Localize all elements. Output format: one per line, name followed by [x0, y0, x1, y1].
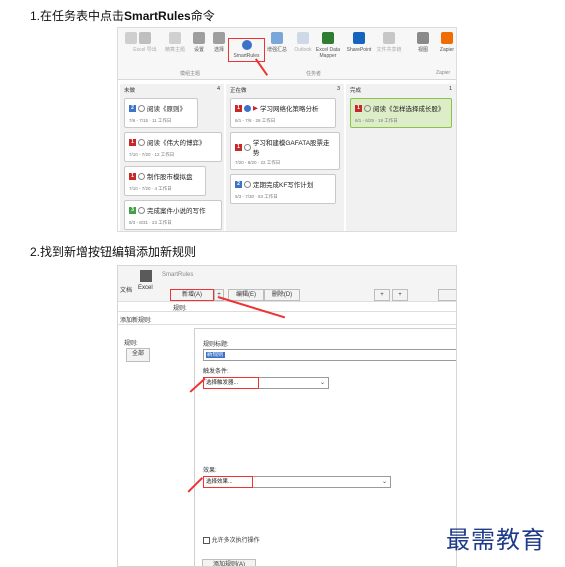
edit-button[interactable]: 编辑(E)	[228, 289, 264, 301]
rule-editor-panel: 规则标题: 新规则 触发条件: 选择触发器... ⌄ 效果: 选择效果... ⌄ 允…	[194, 328, 456, 566]
column-header: 正在做 3	[230, 86, 340, 94]
ribbon-btn-share[interactable]: 文件共享链	[376, 32, 402, 53]
delete-button[interactable]: 删除(D)	[264, 289, 300, 301]
dialog-toolbar: 文档 Excel SmartRules 新增(A) + 编辑(E) 删除(D) …	[118, 266, 456, 302]
ribbon: Excel 导出 精算主题 设置 选择 模组主题 SmartRules 增强汇总…	[118, 28, 456, 80]
watermark-logo: 最需教育	[446, 526, 546, 554]
task-card[interactable]: 2 定期完成KF写作计划 5/3 - 7/30 · 63 工作日	[230, 174, 336, 204]
screenshot-taskboard: Excel 导出 精算主题 设置 选择 模组主题 SmartRules 增强汇总…	[117, 27, 457, 232]
column-header: 未做 4	[124, 86, 220, 94]
new-button[interactable]: 新增(A)	[170, 289, 214, 301]
move-up-button[interactable]: +	[374, 289, 390, 301]
repeat-checkbox[interactable]: 允许多次执行操作	[203, 535, 260, 544]
close-button[interactable]	[438, 289, 456, 301]
ribbon-group-3: Zapier	[436, 70, 451, 76]
ribbon-btn-view[interactable]: 视图	[410, 32, 436, 53]
task-card[interactable]: 1 ▶ 学习网络化策略分析 6/1 - 7/6 · 26 工作日	[230, 98, 336, 128]
ribbon-btn-outlook[interactable]: Outlook	[290, 32, 316, 53]
column-todo: 未做 4 2 阅读《原则》 7/6 - 7/15 · 11 工作日 1 阅读《伟大的博…	[120, 84, 224, 231]
divider	[118, 311, 456, 312]
column-header: 完成 1	[350, 86, 452, 94]
checkbox-icon	[203, 536, 210, 544]
step2-text: 2.找到新增按钮编辑添加新规则	[30, 245, 197, 259]
ribbon-group-1: 模组主题	[180, 71, 201, 77]
smartrules-button[interactable]: SmartRules	[228, 38, 265, 62]
task-card[interactable]: 1 学习和建模GAFATA股票走势 7/20 - 8/20 · 22 工作日	[230, 132, 340, 170]
task-card[interactable]: 3 完成案件小说的写作 8/3 - 8/31 · 23 工作日	[124, 200, 222, 230]
sidebar-top-label: 文档	[120, 288, 133, 294]
rule-list-label: 规则:	[124, 341, 138, 347]
smartrules-icon	[241, 40, 252, 50]
ribbon-btn-summary[interactable]: 增强汇总	[264, 32, 290, 53]
ribbon-btn-excel-mapper[interactable]: Excel Data Mapper	[314, 32, 342, 59]
sidebar-sub-label: Excel	[138, 285, 153, 291]
task-card[interactable]: 1 制作股市模拟盘 7/10 - 7/20 · 4 工作日	[124, 166, 206, 196]
ribbon-btn-theme[interactable]: 精算主题	[162, 32, 188, 53]
screenshot-smartrules-dialog: 文档 Excel SmartRules 新增(A) + 编辑(E) 删除(D) …	[117, 265, 457, 567]
dialog-title: SmartRules	[162, 272, 194, 278]
add-rule-button[interactable]: 添加规则(A)	[202, 559, 256, 566]
ribbon-btn-zapier[interactable]: Zapier	[434, 32, 456, 53]
task-card[interactable]: 1 阅读《伟大的博弈》 7/10 - 7/20 · 12 工作日	[124, 132, 222, 162]
step1-text: 1.在任务表中点击SmartRules命令	[30, 9, 215, 23]
trigger-label: 触发条件:	[203, 369, 229, 375]
task-card[interactable]: 2 阅读《原则》 7/6 - 7/15 · 11 工作日	[124, 98, 198, 128]
ribbon-btn-sharepoint[interactable]: SharePoint	[346, 32, 372, 53]
move-down-button[interactable]: +	[392, 289, 408, 301]
dialog-app-icon	[140, 270, 152, 282]
action-highlight	[203, 476, 253, 488]
chevron-down-icon: ⌄	[319, 380, 325, 386]
task-card[interactable]: 1 阅读《怎样选择成长股》 6/1 - 6/25 · 19 工作日	[350, 98, 452, 128]
action-label: 效果:	[203, 468, 217, 474]
divider	[118, 324, 456, 325]
rule-name-input[interactable]: 新规则	[203, 349, 456, 361]
all-button[interactable]: 全部	[126, 348, 150, 362]
chevron-down-icon: ⌄	[381, 479, 387, 485]
add-rule-label: 添加新规则:	[120, 318, 152, 324]
name-label: 规则标题:	[203, 342, 229, 348]
trigger-highlight	[203, 377, 259, 389]
ribbon-group-2: 任务者	[306, 71, 322, 77]
column-done: 完成 1 1 阅读《怎样选择成长股》 6/1 - 6/25 · 19 工作日	[346, 84, 456, 231]
column-doing: 正在做 3 1 ▶ 学习网络化策略分析 6/1 - 7/6 · 26 工作日 1 学习和…	[226, 84, 344, 231]
ribbon-btn-excel[interactable]: Excel 导出	[132, 32, 158, 53]
